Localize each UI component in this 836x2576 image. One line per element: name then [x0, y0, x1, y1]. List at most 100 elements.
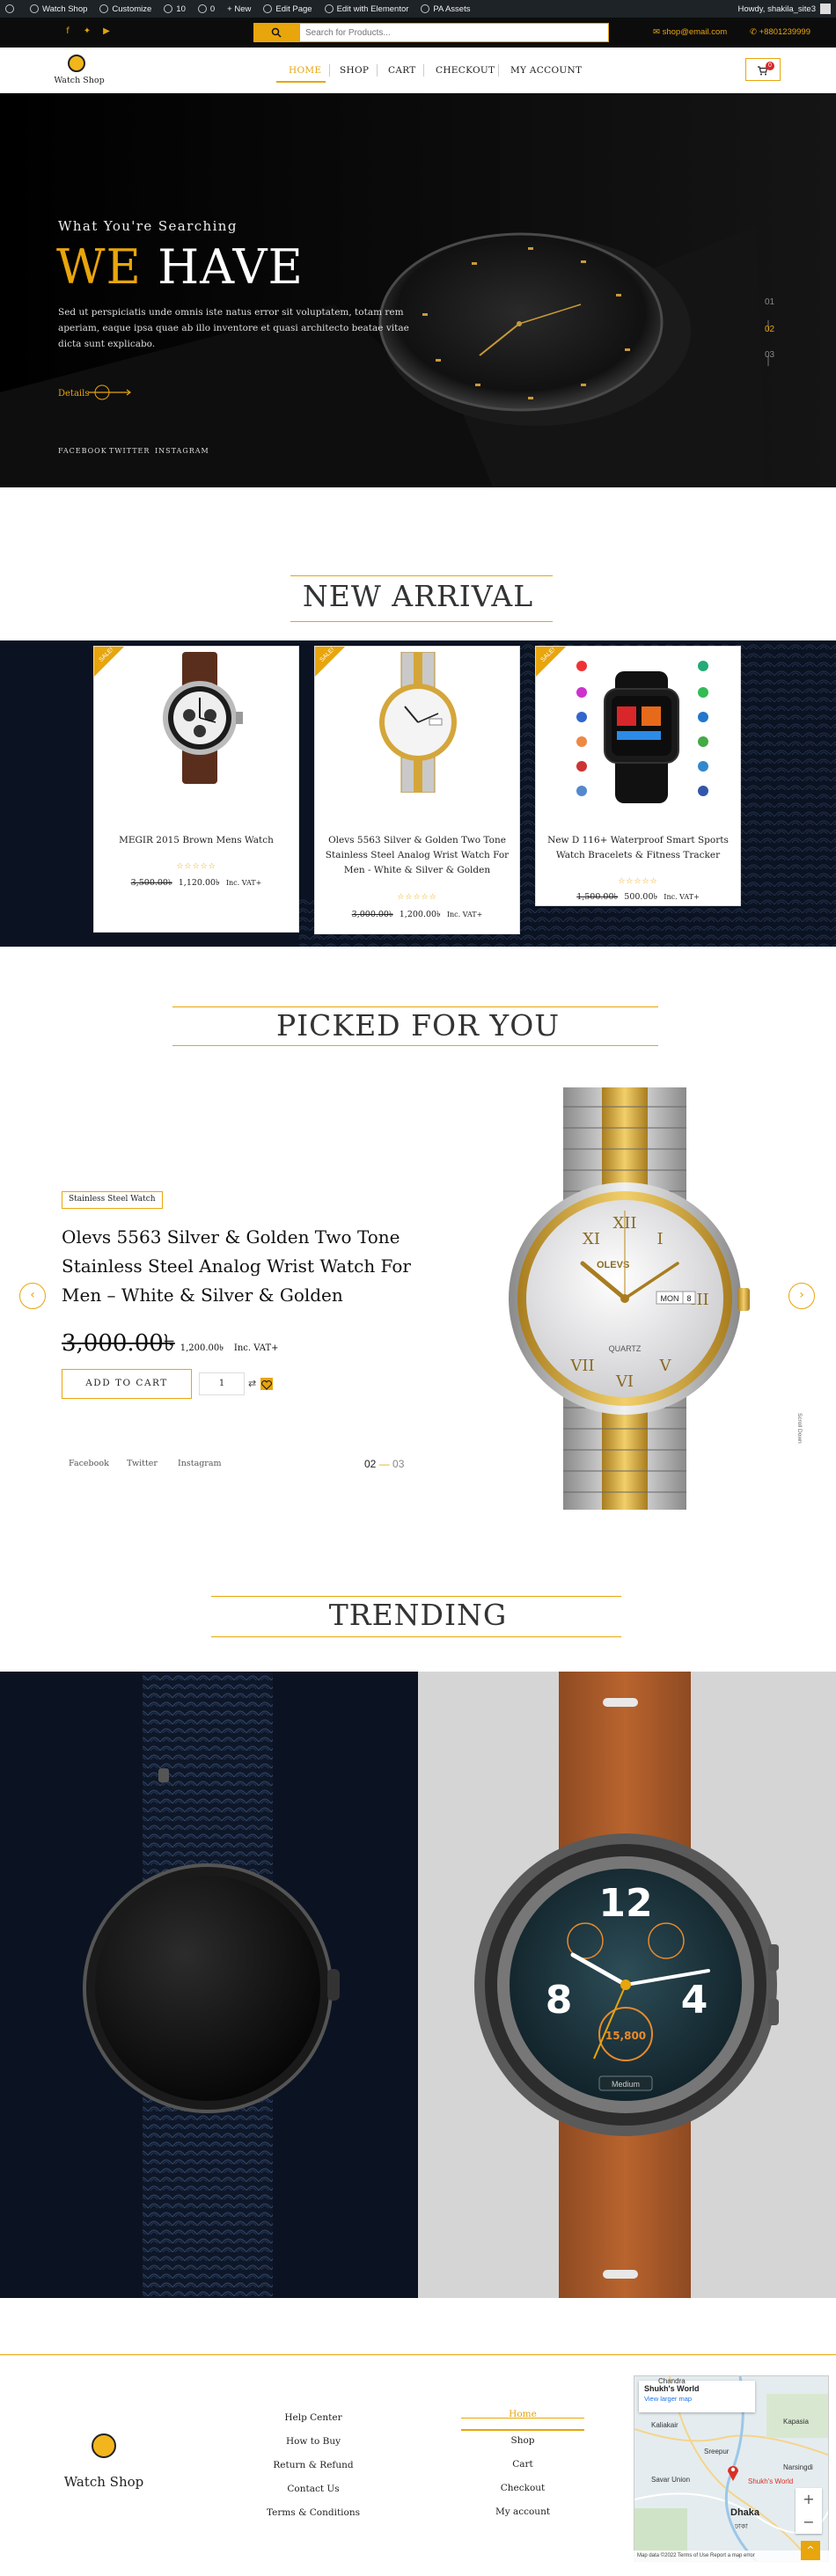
avatar[interactable]	[820, 4, 831, 14]
product-price: 3,500.00৳ 1,120.00৳ Inc. VAT+	[130, 878, 262, 888]
chevron-right-icon[interactable]: ›	[788, 1283, 815, 1309]
rating-stars: ☆☆☆☆☆	[618, 877, 658, 886]
map-label: Kaliakair	[651, 2421, 678, 2429]
footer-menu-shop[interactable]: Shop	[461, 2435, 584, 2446]
hero-twitter-link[interactable]: TWITTER	[109, 447, 150, 455]
admin-elementor[interactable]: Edit with Elementor	[324, 4, 408, 14]
search-button[interactable]	[253, 23, 299, 42]
wishlist-heart-icon[interactable]	[260, 1378, 273, 1390]
picked-facebook-link[interactable]: Facebook	[69, 1459, 109, 1468]
email-contact[interactable]: ✉ shop@email.com	[653, 27, 727, 37]
search-input[interactable]	[299, 23, 609, 42]
slide-number-2[interactable]: 02	[765, 325, 774, 334]
cart-button[interactable]	[745, 58, 781, 81]
product-card[interactable]: SALE! MEGIR 2015 Brown Mens Watch ☆☆☆☆☆ …	[93, 646, 299, 933]
slide-number-3[interactable]: 03	[765, 350, 774, 360]
nav-checkout[interactable]: CHECKOUT	[436, 65, 495, 76]
picked-twitter-link[interactable]: Twitter	[127, 1459, 158, 1468]
admin-pa-assets[interactable]: PA Assets	[421, 4, 470, 14]
product-card[interactable]: SALE! Olevs 5563 Silver & Golden Two Ton…	[314, 646, 520, 934]
product-name[interactable]: MEGIR 2015 Brown Mens Watch	[101, 833, 291, 848]
footer-link-terms[interactable]: Terms & Conditions	[243, 2507, 384, 2518]
comment-icon	[197, 4, 207, 13]
main-nav	[0, 48, 836, 93]
scroll-to-top-button[interactable]: ^	[801, 2541, 820, 2560]
chevron-left-icon[interactable]: ‹	[19, 1283, 46, 1309]
add-to-cart-button[interactable]: ADD TO CART	[62, 1369, 192, 1399]
quantity-input[interactable]: 1	[199, 1372, 245, 1395]
hero-instagram-link[interactable]: INSTAGRAM	[155, 447, 209, 455]
footer-logo-watch-icon[interactable]	[92, 2433, 116, 2458]
hero-facebook-link[interactable]: FACEBOOK	[58, 447, 107, 455]
twitter-icon[interactable]: ✦	[83, 27, 92, 36]
svg-text:VII: VII	[569, 1357, 594, 1375]
admin-updates[interactable]: 10	[164, 4, 186, 14]
trending-image-right[interactable]: 12 8 4 15,800 Medium	[418, 1672, 836, 2298]
rating-stars: ☆☆☆☆☆	[176, 862, 216, 871]
product-card[interactable]: SALE! New D 116+ Waterproof Smart Sports…	[535, 646, 741, 906]
footer-logo-text[interactable]: Watch Shop	[63, 2474, 144, 2490]
picked-instagram-link[interactable]: Instagram	[178, 1459, 222, 1468]
admin-howdy[interactable]: Howdy, shakila_site3	[737, 4, 816, 14]
nav-divider	[498, 64, 499, 77]
new-arrival-title: NEW ARRIVAL	[302, 579, 534, 613]
footer-link-how-to-buy[interactable]: How to Buy	[243, 2436, 384, 2447]
elementor-icon	[324, 4, 334, 13]
map-label: ঢাকা	[735, 2522, 748, 2530]
zoom-out-button[interactable]: −	[796, 2511, 822, 2534]
youtube-icon[interactable]: ▶	[102, 27, 111, 36]
hero-title: WE HAVE	[56, 239, 304, 295]
admin-new[interactable]: + New	[227, 4, 251, 14]
nav-my-account[interactable]: MY ACCOUNT	[510, 65, 582, 76]
map-label: Narsingdi	[783, 2463, 813, 2471]
product-image-silver-gold-watch	[379, 652, 457, 793]
admin-site-name[interactable]: Watch Shop	[30, 4, 87, 14]
logo-watch-icon[interactable]	[68, 55, 85, 72]
nav-active-indicator	[276, 81, 326, 83]
product-name[interactable]: Olevs 5563 Silver & Golden Two Tone Stai…	[322, 833, 512, 878]
section-rule	[172, 1006, 658, 1007]
rating-stars: ☆☆☆☆☆	[397, 893, 437, 902]
admin-edit-page[interactable]: Edit Page	[263, 4, 312, 14]
nav-cart[interactable]: CART	[388, 65, 416, 76]
wordpress-icon[interactable]	[5, 4, 18, 13]
arrow-right-icon[interactable]	[88, 384, 132, 400]
compare-icon[interactable]: ⇄	[248, 1378, 256, 1389]
product-price: 1,500.00৳ 500.00৳ Inc. VAT+	[576, 892, 700, 902]
footer-menu-cart[interactable]: Cart	[461, 2459, 584, 2470]
map-place-name: Shukh's World	[644, 2384, 700, 2393]
admin-comments[interactable]: 0	[197, 4, 215, 14]
footer-link-help-center[interactable]: Help Center	[243, 2412, 384, 2423]
svg-text:8: 8	[686, 1294, 691, 1303]
admin-customize[interactable]: Customize	[99, 4, 151, 14]
picked-product-title[interactable]: Olevs 5563 Silver & Golden Two Tone Stai…	[62, 1223, 431, 1310]
nav-home[interactable]: HOME	[289, 65, 321, 76]
footer-menu-checkout[interactable]: Checkout	[461, 2483, 584, 2493]
cart-count-badge: 0	[766, 62, 774, 70]
map-label: Kapasia	[783, 2418, 809, 2426]
svg-text:I: I	[656, 1230, 663, 1248]
category-tag[interactable]: Stainless Steel Watch	[62, 1191, 163, 1209]
nav-shop[interactable]: SHOP	[340, 65, 369, 76]
black-smartwatch-image	[0, 1672, 418, 2298]
view-larger-map-link[interactable]: View larger map	[644, 2395, 750, 2403]
footer-menu-my-account[interactable]: My account	[461, 2506, 584, 2517]
footer-link-return-refund[interactable]: Return & Refund	[243, 2460, 384, 2470]
footer-menu-home[interactable]: Home	[461, 2409, 584, 2419]
map-label: Savar Union	[651, 2476, 691, 2484]
trending-image-left[interactable]	[0, 1672, 418, 2298]
updates-icon	[164, 4, 173, 13]
phone-contact[interactable]: ✆ +8801239999	[750, 27, 810, 37]
map-pin-icon[interactable]	[727, 2463, 739, 2481]
facebook-icon[interactable]: f	[63, 27, 72, 36]
scroll-down-indicator[interactable]: Scroll Down	[794, 1413, 803, 1492]
pencil-icon	[263, 4, 273, 13]
zoom-in-button[interactable]: +	[796, 2488, 822, 2511]
slide-number-1[interactable]: 01	[765, 297, 774, 307]
product-name[interactable]: New D 116+ Waterproof Smart Sports Watch…	[543, 833, 733, 863]
product-price: 3,000.00৳ 1,200.00৳ Inc. VAT+	[351, 910, 483, 919]
logo-text[interactable]: Watch Shop	[53, 76, 106, 85]
footer-link-contact-us[interactable]: Contact Us	[243, 2484, 384, 2494]
hero-details-link[interactable]: Details	[58, 389, 89, 399]
map-label: Chandra	[658, 2377, 686, 2385]
